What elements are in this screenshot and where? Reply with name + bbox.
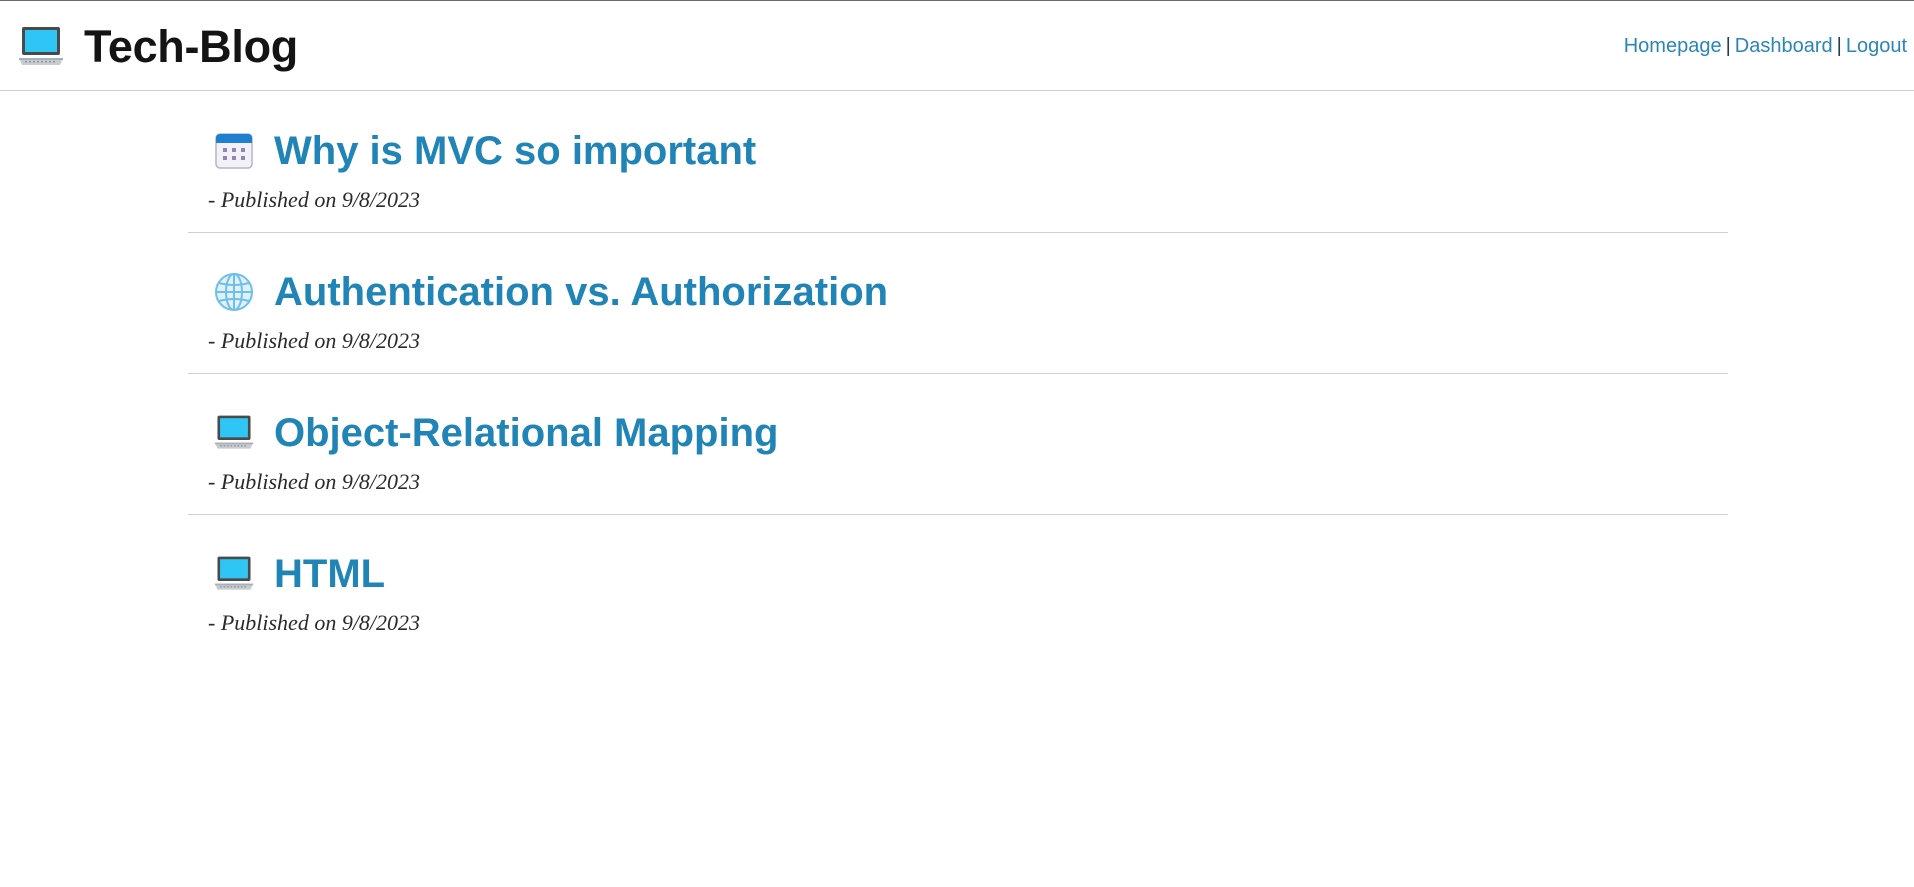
post-item: Authentication vs. Authorization - Publi… xyxy=(188,233,1728,374)
nav-link-dashboard[interactable]: Dashboard xyxy=(1735,35,1833,57)
post-title-link[interactable]: Why is MVC so important xyxy=(274,127,756,175)
nav-link-logout[interactable]: Logout xyxy=(1846,35,1907,57)
laptop-icon xyxy=(18,24,64,70)
nav-link-homepage[interactable]: Homepage xyxy=(1624,35,1722,57)
post-published-date: - Published on 9/8/2023 xyxy=(208,469,421,494)
post-title-link[interactable]: HTML xyxy=(274,550,385,598)
post-item: HTML - Published on 9/8/2023 xyxy=(188,515,1728,656)
post-heading: Authentication vs. Authorization xyxy=(214,268,888,316)
nav-separator: | xyxy=(1836,35,1842,57)
post-heading: Object-Relational Mapping xyxy=(214,409,778,457)
header-nav: Homepage | Dashboard | Logout xyxy=(1624,35,1907,58)
calendar-icon xyxy=(214,131,254,171)
post-list: Why is MVC so important - Published on 9… xyxy=(188,92,1728,656)
laptop-icon xyxy=(214,413,254,453)
post-item: Object-Relational Mapping - Published on… xyxy=(188,374,1728,515)
post-published-date: - Published on 9/8/2023 xyxy=(208,328,421,353)
brand[interactable]: Tech-Blog xyxy=(18,17,298,77)
nav-separator: | xyxy=(1725,35,1731,57)
post-title-link[interactable]: Object-Relational Mapping xyxy=(274,409,778,457)
post-heading: Why is MVC so important xyxy=(214,127,756,175)
site-title: Tech-Blog xyxy=(84,21,298,72)
post-published-date: - Published on 9/8/2023 xyxy=(208,610,421,635)
site-header: Tech-Blog Homepage | Dashboard | Logout xyxy=(0,1,1914,91)
post-published-date: - Published on 9/8/2023 xyxy=(208,187,421,212)
post-item: Why is MVC so important - Published on 9… xyxy=(188,92,1728,233)
laptop-icon xyxy=(214,554,254,594)
post-title-link[interactable]: Authentication vs. Authorization xyxy=(274,268,888,316)
globe-icon xyxy=(214,272,254,312)
post-heading: HTML xyxy=(214,550,385,598)
